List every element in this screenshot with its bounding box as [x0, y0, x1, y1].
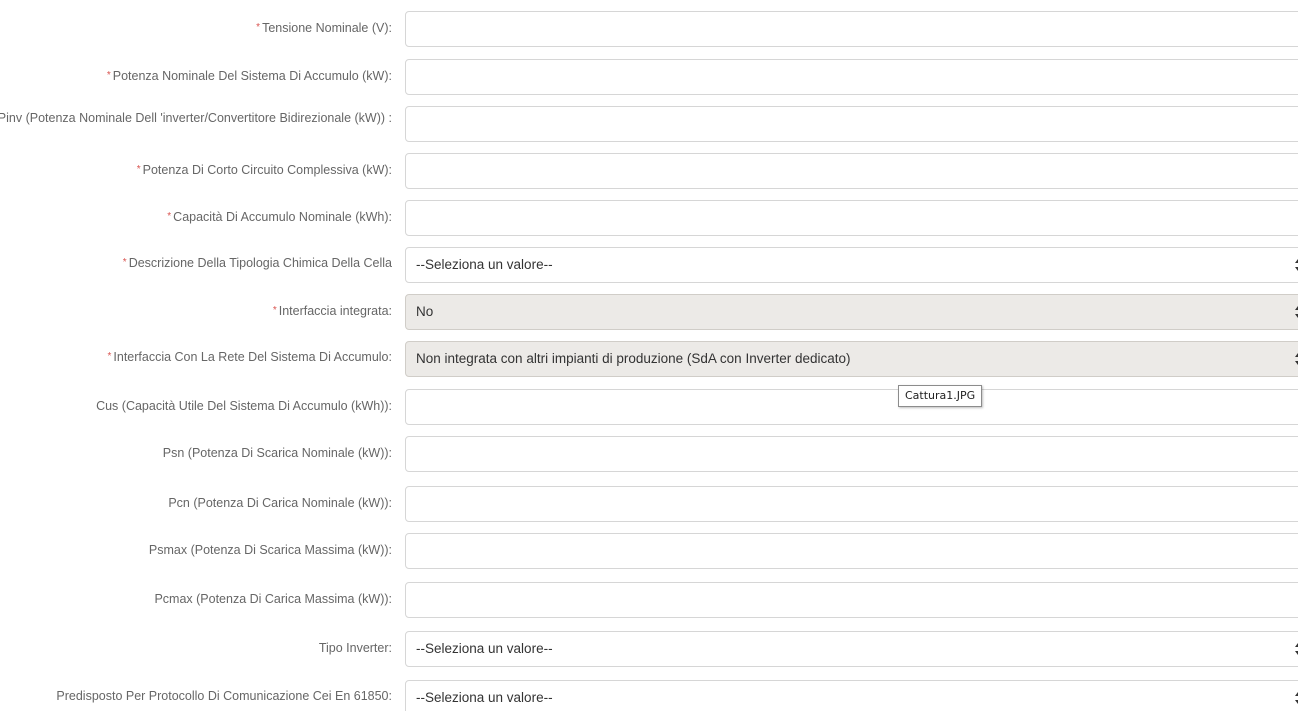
input-tensione-nominale-v[interactable] — [405, 11, 1298, 47]
select-value: --Seleziona un valore-- — [416, 641, 553, 656]
field-label: Pcn (Potenza Di Carica Nominale (kW)): — [168, 495, 392, 511]
required-marker: * — [167, 211, 172, 222]
field-label: * Potenza Nominale Del Sistema Di Accumul… — [107, 68, 392, 84]
input-pinv-potenza-nominale-dell-inverter-convertitore[interactable] — [405, 106, 1298, 142]
select-arrows-icon — [1294, 640, 1298, 658]
field-label: * Interfaccia Con La Rete Del Sistema Di … — [107, 349, 392, 365]
field-label-text: Psn (Potenza Di Scarica Nominale (kW)): — [162, 446, 392, 460]
select-interfaccia-integrata: No — [405, 294, 1298, 330]
storage-system-form: * Tensione Nominale (V): * Potenza Nominale… — [0, 0, 1298, 711]
select-value: --Seleziona un valore-- — [416, 690, 553, 705]
field-label-text: Potenza Di Corto Circuito Complessiva (k… — [142, 163, 392, 177]
input-cus-capacita-utile-del-sistema-di-accumulo-kwh[interactable] — [405, 389, 1298, 425]
field-label-text: Pinv (Potenza Nominale Dell 'inverter/Co… — [0, 111, 392, 125]
field-label: Psmax (Potenza Di Scarica Massima (kW)): — [149, 542, 392, 558]
select-arrows-icon — [1294, 256, 1298, 274]
required-marker: * — [256, 22, 261, 33]
field-label: Pinv (Potenza Nominale Dell 'inverter/Co… — [0, 110, 392, 126]
input-capacita-di-accumulo-nominale-kwh[interactable] — [405, 200, 1298, 236]
field-label: Psn (Potenza Di Scarica Nominale (kW)): — [163, 445, 392, 461]
required-marker: * — [122, 257, 127, 268]
select-descrizione-della-tipologia-chimica-della-cella[interactable]: --Seleziona un valore-- — [405, 247, 1298, 283]
field-label-text: Predisposto Per Protocollo Di Comunicazi… — [56, 689, 392, 703]
select-interfaccia-con-la-rete-del-sistema-di-accumulo: Non integrata con altri impianti di prod… — [405, 341, 1298, 377]
field-label-text: Tensione Nominale (V): — [262, 21, 392, 35]
field-label-text: Psmax (Potenza Di Scarica Massima (kW)): — [148, 543, 392, 557]
field-label-text: Descrizione Della Tipologia Chimica Dell… — [128, 256, 392, 270]
field-label: Cus (Capacità Utile Del Sistema Di Accum… — [96, 398, 392, 414]
input-psmax-potenza-di-scarica-massima-kw[interactable] — [405, 533, 1298, 569]
field-label-text: Interfaccia integrata: — [278, 304, 392, 318]
field-label-text: Interfaccia Con La Rete Del Sistema Di A… — [113, 350, 392, 364]
select-predisposto-per-protocollo-di-comunicazione-cei-[interactable]: --Seleziona un valore-- — [405, 680, 1298, 711]
field-label-text: Cus (Capacità Utile Del Sistema Di Accum… — [96, 399, 392, 413]
select-arrows-icon — [1294, 303, 1298, 321]
input-potenza-nominale-del-sistema-di-accumulo-kw[interactable] — [405, 59, 1298, 95]
field-label: Predisposto Per Protocollo Di Comunicazi… — [56, 688, 392, 704]
field-label: * Capacità Di Accumulo Nominale (kWh): — [167, 209, 392, 225]
required-marker: * — [272, 305, 277, 316]
file-tooltip: Cattura1.JPG — [898, 385, 983, 407]
field-label: * Interfaccia integrata: — [273, 303, 392, 319]
field-label-text: Pcn (Potenza Di Carica Nominale (kW)): — [168, 496, 392, 510]
field-label-text: Tipo Inverter: — [318, 641, 392, 655]
field-label-text: Potenza Nominale Del Sistema Di Accumulo… — [112, 69, 392, 83]
required-marker: * — [107, 351, 112, 362]
field-label: Tipo Inverter: — [319, 640, 392, 656]
input-potenza-di-corto-circuito-complessiva-kw[interactable] — [405, 153, 1298, 189]
field-label: * Tensione Nominale (V): — [256, 20, 392, 36]
select-tipo-inverter[interactable]: --Seleziona un valore-- — [405, 631, 1298, 667]
select-arrows-icon — [1294, 350, 1298, 368]
input-psn-potenza-di-scarica-nominale-kw[interactable] — [405, 436, 1298, 472]
select-value: No — [416, 304, 434, 319]
input-pcmax-potenza-di-carica-massima-kw[interactable] — [405, 582, 1298, 618]
select-value: Non integrata con altri impianti di prod… — [416, 351, 851, 366]
input-pcn-potenza-di-carica-nominale-kw[interactable] — [405, 486, 1298, 522]
select-value: --Seleziona un valore-- — [416, 257, 553, 272]
field-label-text: Pcmax (Potenza Di Carica Massima (kW)): — [154, 592, 392, 606]
field-label: * Descrizione Della Tipologia Chimica Del… — [123, 255, 392, 271]
required-marker: * — [136, 164, 141, 175]
field-label: * Potenza Di Corto Circuito Complessiva (… — [137, 162, 392, 178]
required-marker: * — [106, 70, 111, 81]
field-label-text: Capacità Di Accumulo Nominale (kWh): — [173, 210, 392, 224]
field-label: Pcmax (Potenza Di Carica Massima (kW)): — [154, 591, 392, 607]
select-arrows-icon — [1294, 689, 1298, 707]
